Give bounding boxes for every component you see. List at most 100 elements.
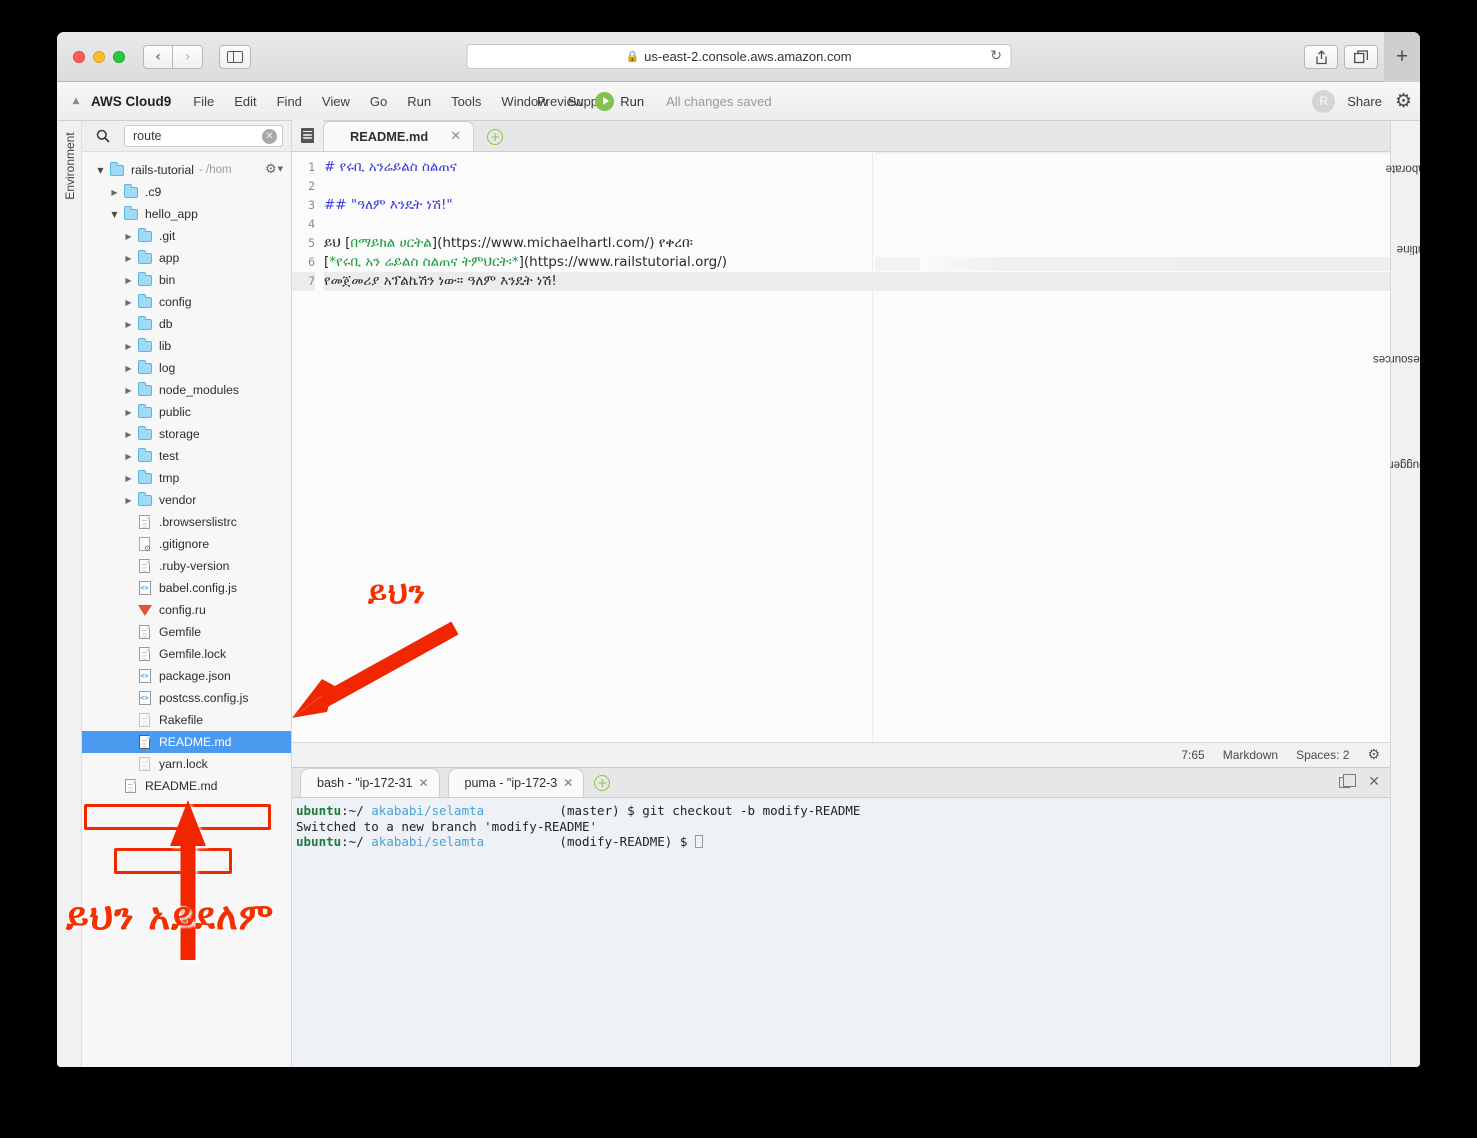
tree-row[interactable]: Gemfile (82, 621, 291, 643)
cloud9-menubar: ▲ AWS Cloud9 File Edit Find View Go Run … (57, 82, 1420, 121)
chevron-right-icon[interactable]: ▶ (122, 430, 135, 439)
chevron-right-icon[interactable]: ▶ (122, 452, 135, 461)
browser-toolbar-right: + (1304, 32, 1420, 82)
close-icon[interactable]: ✕ (450, 129, 461, 144)
editor-horizontal-scrollbar[interactable] (915, 257, 1390, 271)
collapse-menu-icon[interactable]: ▲ (65, 96, 87, 106)
close-icon[interactable]: ✕ (1368, 774, 1380, 790)
chevron-right-icon[interactable]: ▶ (122, 276, 135, 285)
menu-item-find[interactable]: Find (267, 94, 312, 109)
play-icon[interactable] (595, 91, 615, 111)
tree-row[interactable]: .ruby-version (82, 555, 291, 577)
tree-row[interactable]: yarn.lock (82, 753, 291, 775)
chevron-right-icon[interactable]: ▶ (122, 320, 135, 329)
terminal-tab-bash[interactable]: bash - "ip-172-31 ✕ (300, 768, 440, 797)
chevron-right-icon[interactable]: ▶ (122, 342, 135, 351)
tree-row[interactable]: ▶ .git (82, 225, 291, 247)
chevron-right-icon[interactable]: ▶ (122, 254, 135, 263)
close-window-button[interactable] (73, 50, 85, 63)
document-list-icon[interactable] (292, 120, 323, 151)
search-icon[interactable] (82, 129, 124, 143)
chevron-right-icon[interactable]: ▶ (122, 386, 135, 395)
chevron-down-icon[interactable]: ▼ (108, 210, 121, 219)
tree-row[interactable]: ▶ vendor (82, 489, 291, 511)
maximize-window-button[interactable] (113, 50, 125, 63)
tree-row[interactable]: ▶ storage (82, 423, 291, 445)
tree-item-label: node_modules (159, 383, 239, 397)
show-tabs-icon[interactable] (1344, 45, 1378, 69)
share-icon[interactable] (1304, 45, 1338, 69)
menu-item-run[interactable]: Run (397, 94, 441, 109)
environment-tab-label[interactable]: Environment (63, 131, 77, 201)
rail-item-outline[interactable]: Outline (1391, 231, 1420, 267)
chevron-right-icon[interactable]: ▶ (122, 496, 135, 505)
forward-icon[interactable]: › (173, 44, 203, 69)
back-icon[interactable]: ‹ (143, 44, 173, 69)
tree-row[interactable]: config.ru (82, 599, 291, 621)
tab-readme-md[interactable]: README.md ✕ (323, 121, 475, 151)
rail-item-aws-resources[interactable]: AWS Resources (1373, 317, 1420, 401)
tree-row[interactable]: .gitignore (82, 533, 291, 555)
gear-icon[interactable]: ⚙ (1367, 747, 1380, 763)
tree-row[interactable]: ▶ .c9 (82, 181, 291, 203)
tree-row[interactable]: <> postcss.config.js (82, 687, 291, 709)
right-rail: Collaborate Outline AWS Resources Debugg… (1373, 121, 1420, 1067)
chevron-right-icon[interactable]: ▶ (122, 364, 135, 373)
chevron-right-icon[interactable]: ▶ (122, 474, 135, 483)
tree-row[interactable]: README.md (82, 731, 291, 753)
tree-row[interactable]: ▶ app (82, 247, 291, 269)
tree-row[interactable]: ▶ public (82, 401, 291, 423)
share-button[interactable]: Share (1347, 94, 1382, 109)
plus-circle-icon[interactable]: + (594, 775, 611, 791)
new-tab-icon[interactable]: + (1384, 32, 1420, 82)
run-button[interactable]: Run (620, 94, 644, 109)
sidebar-toggle-icon[interactable] (219, 44, 251, 69)
avatar[interactable]: R (1312, 89, 1336, 113)
tree-row[interactable]: ▼ hello_app (82, 203, 291, 225)
close-icon[interactable]: ✕ (418, 776, 428, 790)
tree-row[interactable]: README.md (82, 775, 291, 797)
menu-item-tools[interactable]: Tools (441, 94, 491, 109)
tree-row[interactable]: ▶ db (82, 313, 291, 335)
reload-icon[interactable]: ↻ (990, 48, 1002, 64)
gear-icon[interactable]: ⚙▼ (265, 162, 283, 177)
gear-icon[interactable]: ⚙ (1395, 90, 1412, 112)
tree-row[interactable]: ▶ log (82, 357, 291, 379)
tree-row[interactable]: ▶ tmp (82, 467, 291, 489)
tree-row[interactable]: .browserslistrc (82, 511, 291, 533)
address-bar[interactable]: 🔒 us-east-2.console.aws.amazon.com ↻ (466, 44, 1011, 69)
preview-button[interactable]: Preview (525, 94, 595, 109)
chevron-right-icon[interactable]: ▶ (122, 408, 135, 417)
tree-row[interactable]: <> package.json (82, 665, 291, 687)
tree-row[interactable]: <> babel.config.js (82, 577, 291, 599)
minimize-window-button[interactable] (93, 50, 105, 63)
rail-item-debugger[interactable]: Debugger (1390, 439, 1420, 490)
close-icon[interactable]: ✕ (563, 776, 573, 790)
code-editor[interactable]: 1 2 3 4 5 6 7 # የሩቢ አንሬይልስ ስልጠና ## "ዓለም እንዴት ነሽ… (292, 152, 1390, 742)
menu-item-file[interactable]: File (183, 94, 224, 109)
tree-row[interactable]: ▶ test (82, 445, 291, 467)
chevron-down-icon[interactable]: ▼ (94, 166, 107, 175)
tree-row[interactable]: ▶ lib (82, 335, 291, 357)
clear-icon[interactable]: ✕ (262, 129, 277, 144)
tree-row[interactable]: Rakefile (82, 709, 291, 731)
tree-row-root[interactable]: ▼ rails-tutorial - /hom ⚙▼ (82, 159, 291, 181)
search-input[interactable]: route ✕ (124, 125, 283, 147)
chevron-right-icon[interactable]: ▶ (122, 298, 135, 307)
restore-icon[interactable] (1339, 773, 1357, 788)
tree-row[interactable]: ▶ bin (82, 269, 291, 291)
terminal-tab-puma[interactable]: puma - "ip-172-3 ✕ (447, 768, 585, 797)
plus-circle-icon[interactable]: + (487, 129, 504, 145)
chevron-right-icon[interactable]: ▶ (108, 188, 121, 197)
tree-row[interactable]: ▶ node_modules (82, 379, 291, 401)
menu-item-edit[interactable]: Edit (224, 94, 266, 109)
rail-item-collaborate[interactable]: Collaborate (1386, 139, 1420, 198)
terminal-output[interactable]: ubuntu:~/ akababi/selamta (master) $ git… (292, 798, 1390, 1067)
tree-row[interactable]: Gemfile.lock (82, 643, 291, 665)
menu-item-view[interactable]: View (312, 94, 360, 109)
chevron-right-icon[interactable]: ▶ (122, 232, 135, 241)
tree-row[interactable]: ▶ config (82, 291, 291, 313)
indent-setting[interactable]: Spaces: 2 (1296, 748, 1349, 762)
menu-item-go[interactable]: Go (360, 94, 397, 109)
syntax-mode[interactable]: Markdown (1223, 748, 1278, 762)
